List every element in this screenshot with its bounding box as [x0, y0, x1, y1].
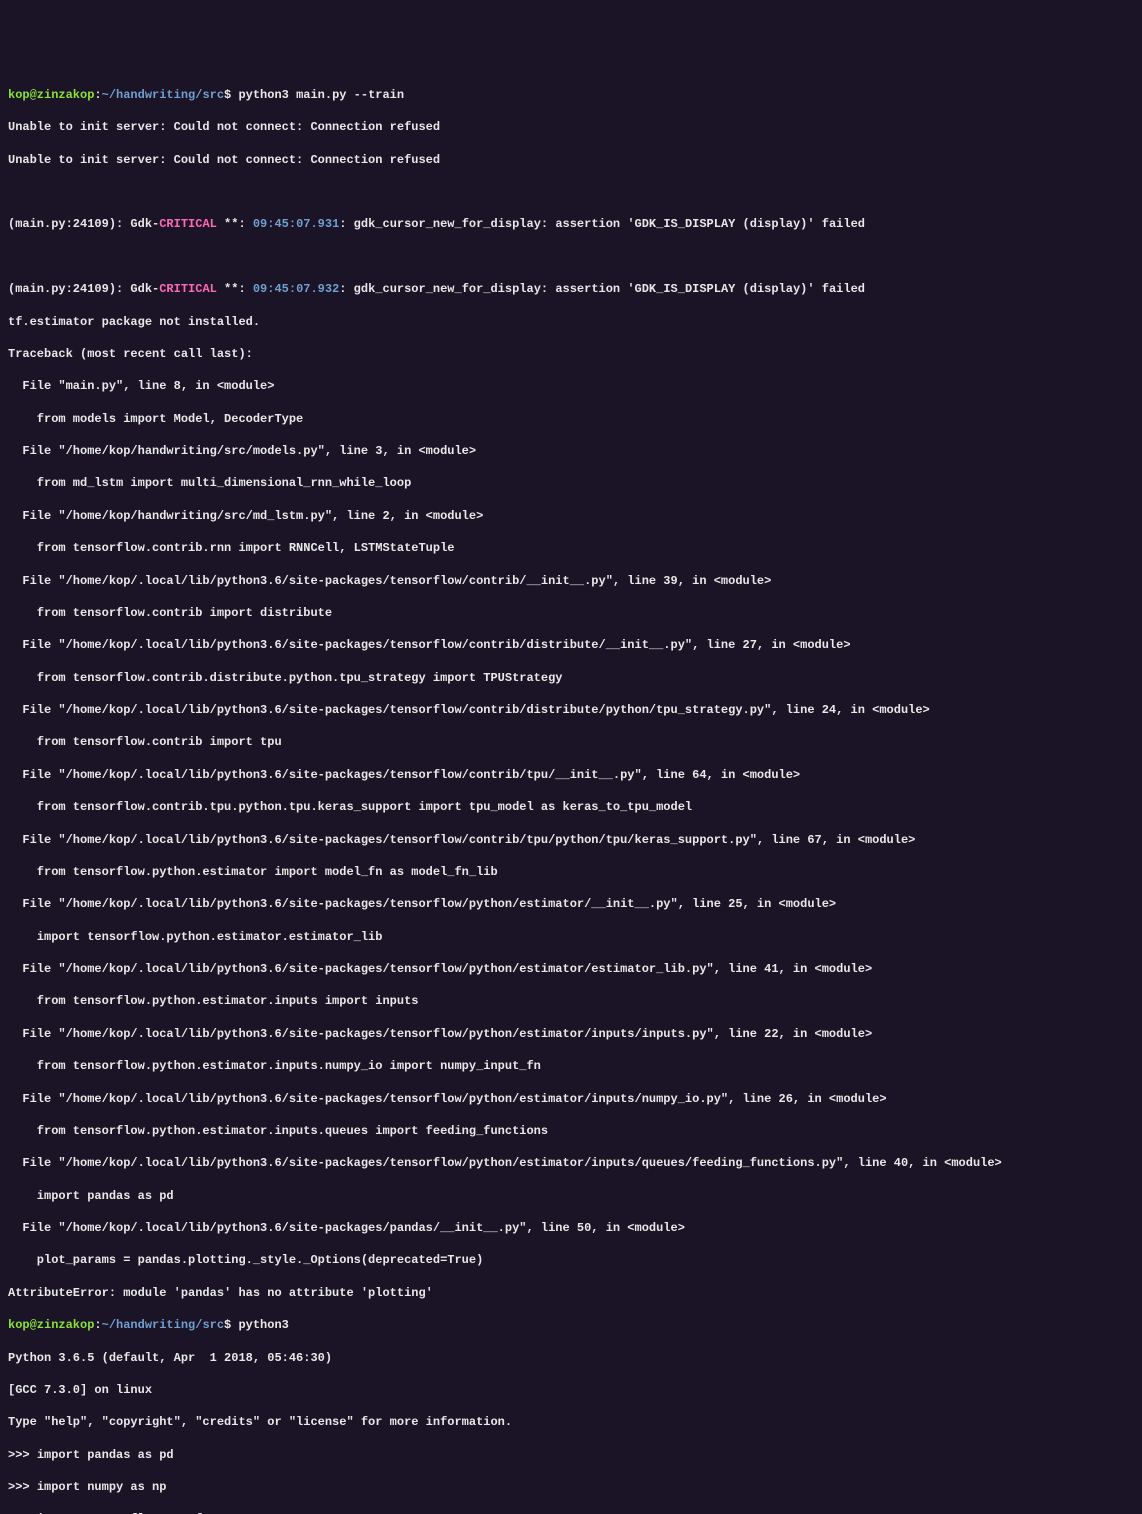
- traceback-line: File "/home/kop/.local/lib/python3.6/sit…: [8, 702, 1134, 718]
- gdk-mid: **:: [217, 282, 253, 296]
- traceback-line: from tensorflow.python.estimator.inputs.…: [8, 1058, 1134, 1074]
- prompt-line-1: kop@zinzakop:~/handwriting/src$ python3 …: [8, 87, 1134, 103]
- command-text: python3 main.py --train: [238, 88, 404, 102]
- repl-input: import numpy as np: [37, 1480, 167, 1494]
- repl-input: import tensorflow as tf: [37, 1512, 203, 1514]
- traceback-line: from tensorflow.contrib import distribut…: [8, 605, 1134, 621]
- python-banner: [GCC 7.3.0] on linux: [8, 1382, 1134, 1398]
- gdk-rest: : gdk_cursor_new_for_display: assertion …: [339, 282, 865, 296]
- user-host: kop@zinzakop: [8, 88, 94, 102]
- output-line: Unable to init server: Could not connect…: [8, 119, 1134, 135]
- gdk-rest: : gdk_cursor_new_for_display: assertion …: [339, 217, 865, 231]
- output-line: Unable to init server: Could not connect…: [8, 152, 1134, 168]
- gdk-warning: (main.py:24109): Gdk-CRITICAL **: 09:45:…: [8, 216, 1134, 232]
- traceback-line: from tensorflow.contrib.distribute.pytho…: [8, 670, 1134, 686]
- traceback-line: import pandas as pd: [8, 1188, 1134, 1204]
- prompt-dollar: $: [224, 1318, 231, 1332]
- traceback-line: from tensorflow.contrib import tpu: [8, 734, 1134, 750]
- traceback-line: File "/home/kop/.local/lib/python3.6/sit…: [8, 832, 1134, 848]
- blank-line: [8, 249, 1134, 265]
- traceback-line: File "/home/kop/.local/lib/python3.6/sit…: [8, 1091, 1134, 1107]
- traceback-line: from tensorflow.python.estimator.inputs …: [8, 993, 1134, 1009]
- traceback-line: from tensorflow.python.estimator import …: [8, 864, 1134, 880]
- traceback-line: plot_params = pandas.plotting._style._Op…: [8, 1252, 1134, 1268]
- cwd-path: ~/handwriting/src: [102, 88, 224, 102]
- gdk-mid: **:: [217, 217, 253, 231]
- prompt-dollar: $: [224, 88, 231, 102]
- error-line: AttributeError: module 'pandas' has no a…: [8, 1285, 1134, 1301]
- gdk-prefix: (main.py:24109): Gdk-: [8, 282, 159, 296]
- cwd-path: ~/handwriting/src: [102, 1318, 224, 1332]
- critical-tag: CRITICAL: [159, 282, 217, 296]
- traceback-line: from models import Model, DecoderType: [8, 411, 1134, 427]
- timestamp: 09:45:07.932: [253, 282, 339, 296]
- command-text: python3: [238, 1318, 288, 1332]
- sep: :: [94, 88, 101, 102]
- traceback-line: from md_lstm import multi_dimensional_rn…: [8, 475, 1134, 491]
- repl-prompt: >>>: [8, 1512, 37, 1514]
- output-line: tf.estimator package not installed.: [8, 314, 1134, 330]
- traceback-line: File "/home/kop/.local/lib/python3.6/sit…: [8, 961, 1134, 977]
- terminal-output[interactable]: kop@zinzakop:~/handwriting/src$ python3 …: [8, 71, 1134, 1514]
- user-host: kop@zinzakop: [8, 1318, 94, 1332]
- traceback-line: from tensorflow.contrib.rnn import RNNCe…: [8, 540, 1134, 556]
- gdk-prefix: (main.py:24109): Gdk-: [8, 217, 159, 231]
- sep: :: [94, 1318, 101, 1332]
- traceback-line: File "/home/kop/.local/lib/python3.6/sit…: [8, 896, 1134, 912]
- traceback-line: File "/home/kop/.local/lib/python3.6/sit…: [8, 637, 1134, 653]
- repl-prompt: >>>: [8, 1448, 37, 1462]
- python-banner: Type "help", "copyright", "credits" or "…: [8, 1414, 1134, 1430]
- gdk-warning: (main.py:24109): Gdk-CRITICAL **: 09:45:…: [8, 281, 1134, 297]
- traceback-line: from tensorflow.contrib.tpu.python.tpu.k…: [8, 799, 1134, 815]
- repl-line: >>> import tensorflow as tf: [8, 1511, 1134, 1514]
- prompt-line-2: kop@zinzakop:~/handwriting/src$ python3: [8, 1317, 1134, 1333]
- blank-line: [8, 184, 1134, 200]
- timestamp: 09:45:07.931: [253, 217, 339, 231]
- traceback-line: File "/home/kop/.local/lib/python3.6/sit…: [8, 767, 1134, 783]
- traceback-header: Traceback (most recent call last):: [8, 346, 1134, 362]
- python-banner: Python 3.6.5 (default, Apr 1 2018, 05:46…: [8, 1350, 1134, 1366]
- traceback-line: File "/home/kop/.local/lib/python3.6/sit…: [8, 1026, 1134, 1042]
- repl-prompt: >>>: [8, 1480, 37, 1494]
- traceback-line: File "/home/kop/.local/lib/python3.6/sit…: [8, 1220, 1134, 1236]
- traceback-line: File "/home/kop/.local/lib/python3.6/sit…: [8, 573, 1134, 589]
- traceback-line: File "main.py", line 8, in <module>: [8, 378, 1134, 394]
- traceback-line: from tensorflow.python.estimator.inputs.…: [8, 1123, 1134, 1139]
- traceback-line: File "/home/kop/.local/lib/python3.6/sit…: [8, 1155, 1134, 1171]
- repl-input: import pandas as pd: [37, 1448, 174, 1462]
- traceback-line: File "/home/kop/handwriting/src/md_lstm.…: [8, 508, 1134, 524]
- traceback-line: File "/home/kop/handwriting/src/models.p…: [8, 443, 1134, 459]
- traceback-line: import tensorflow.python.estimator.estim…: [8, 929, 1134, 945]
- critical-tag: CRITICAL: [159, 217, 217, 231]
- repl-line: >>> import numpy as np: [8, 1479, 1134, 1495]
- repl-line: >>> import pandas as pd: [8, 1447, 1134, 1463]
